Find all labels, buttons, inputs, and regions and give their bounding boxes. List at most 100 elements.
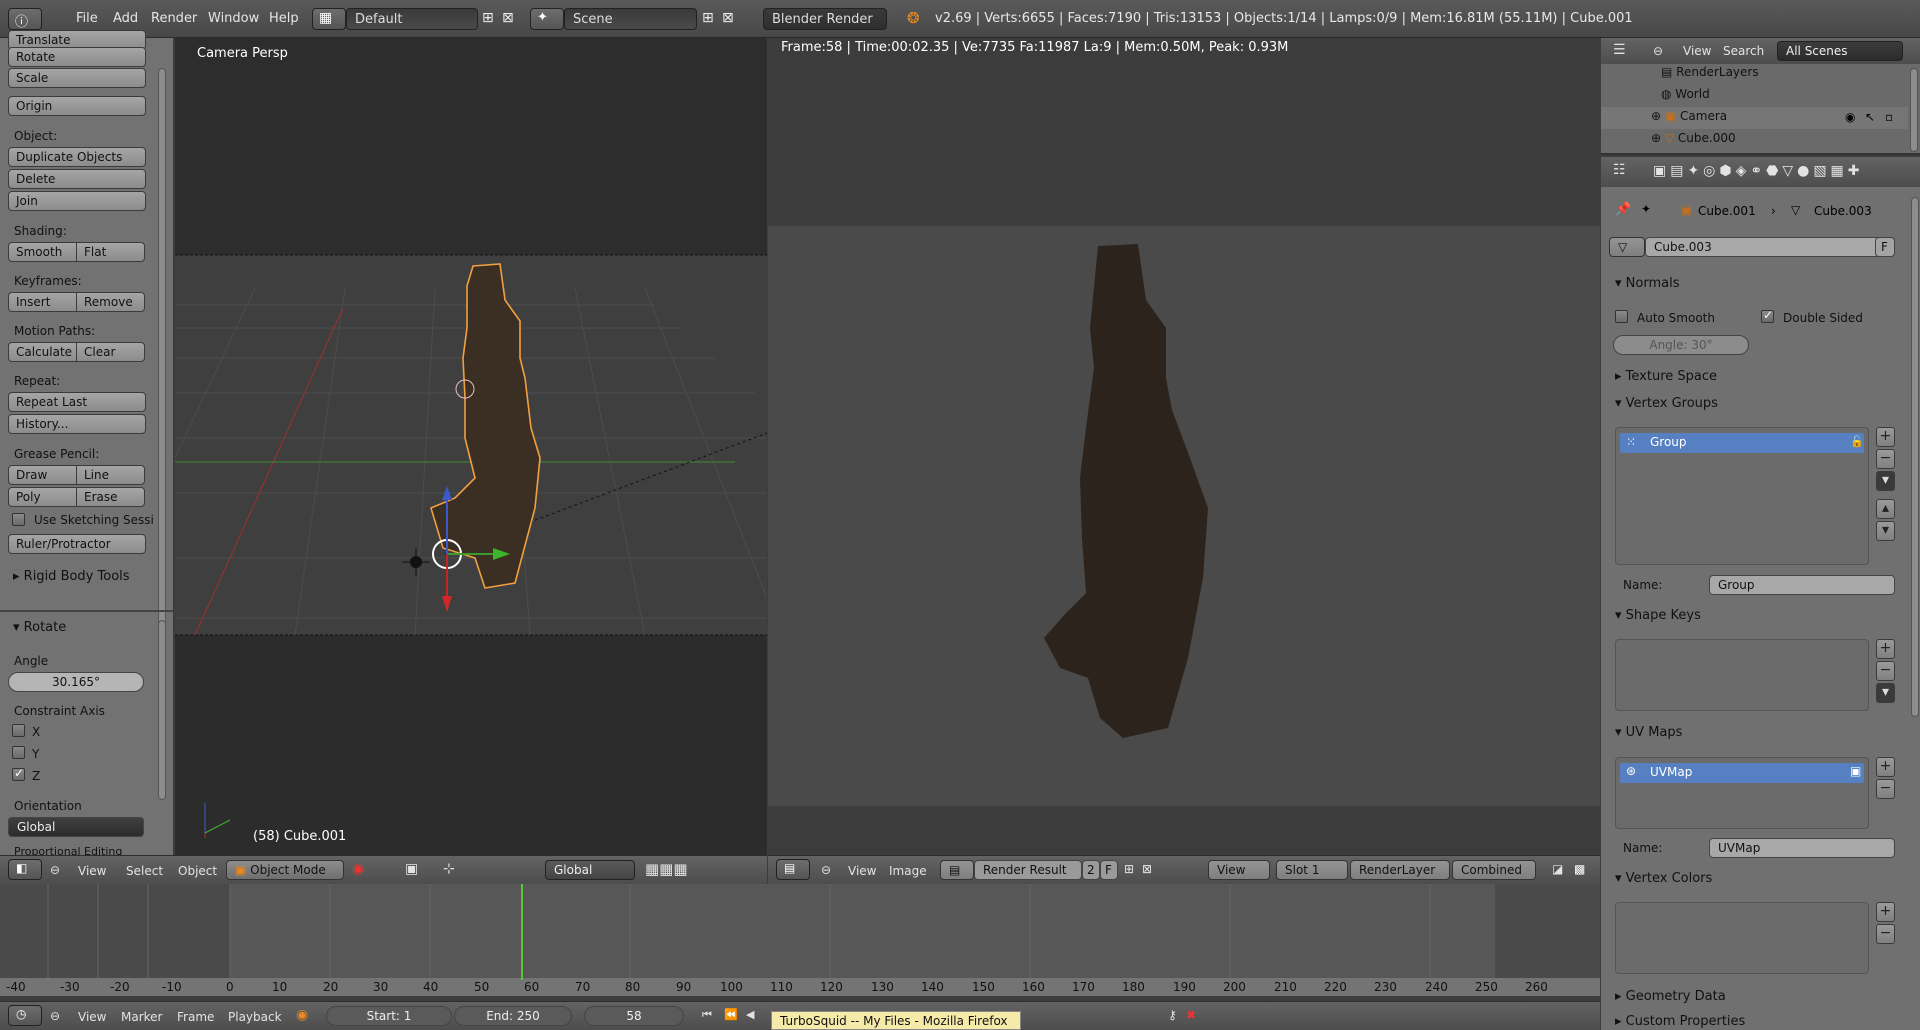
image-editor-render[interactable]: Frame:58 | Time:00:02.35 | Ve:7735 Fa:11… [768, 38, 1600, 855]
erase-button[interactable]: Erase [76, 487, 145, 507]
unlink-image-icon[interactable]: ⊠ [1142, 862, 1152, 876]
rotate-operator-panel[interactable]: ▾ Rotate [0, 616, 160, 640]
play-reverse-icon[interactable]: ◀ [746, 1008, 754, 1021]
clear-button[interactable]: Clear [76, 342, 145, 362]
line-button[interactable]: Line [76, 465, 145, 485]
add-layout-icon[interactable]: ⊞ [482, 10, 494, 26]
editor-type-info-button[interactable]: ⓘ [8, 8, 42, 30]
display-mode-dropdown[interactable]: All Scenes [1777, 41, 1903, 61]
menu-window[interactable]: Window [208, 11, 259, 26]
menu-playback[interactable]: Playback [228, 1010, 282, 1024]
uv-maps-panel-header[interactable]: ▾ UV Maps [1615, 725, 1682, 740]
ruler-protractor-button[interactable]: Ruler/Protractor [8, 534, 146, 554]
menu-help[interactable]: Help [269, 11, 299, 26]
collapse-menu-icon[interactable]: ⊖ [50, 1009, 60, 1023]
remove-layout-icon[interactable]: ⊠ [502, 10, 514, 26]
add-shape-key-button[interactable]: + [1876, 639, 1895, 659]
end-frame-field[interactable]: End: 250 [454, 1006, 572, 1026]
menu-render[interactable]: Render [151, 11, 197, 26]
poly-button[interactable]: Poly [8, 487, 77, 507]
repeat-last-button[interactable]: Repeat Last [8, 392, 146, 412]
history-button[interactable]: History... [8, 414, 146, 434]
uv-name-field[interactable]: UVMap [1709, 838, 1895, 858]
fake-user-toggle[interactable]: F [1100, 860, 1118, 880]
shape-keys-panel-header[interactable]: ▾ Shape Keys [1615, 608, 1701, 623]
alpha-icon[interactable]: ▩ [1574, 862, 1585, 876]
mesh-name-field[interactable]: Cube.003 [1645, 237, 1895, 257]
constraint-y-checkbox[interactable] [12, 746, 25, 759]
menu-marker[interactable]: Marker [121, 1010, 162, 1024]
duplicate-objects-button[interactable]: Duplicate Objects [8, 147, 146, 167]
double-sided-checkbox[interactable]: ✓ [1761, 308, 1774, 323]
viewport-canvas[interactable] [175, 38, 767, 855]
normals-panel-header[interactable]: ▾ Normals [1615, 276, 1679, 291]
collapse-menu-icon[interactable]: ⊖ [50, 863, 60, 877]
tool-shelf-scrollbar[interactable] [158, 68, 166, 638]
collapse-menu-icon[interactable]: ⊖ [1653, 44, 1663, 58]
shape-keys-list[interactable] [1615, 639, 1869, 711]
render-engine-dropdown[interactable]: Blender Render [763, 8, 887, 30]
timeline-canvas[interactable] [0, 884, 1600, 996]
jump-start-icon[interactable]: ⏮ [702, 1008, 712, 1022]
auto-smooth-checkbox[interactable] [1615, 310, 1628, 323]
shelf-divider[interactable] [0, 610, 174, 612]
uv-map-item[interactable]: UVMap [1620, 763, 1864, 783]
group-name-field[interactable]: Group [1709, 575, 1895, 595]
use-sketching-checkbox[interactable] [12, 513, 25, 526]
calculate-button[interactable]: Calculate [8, 342, 77, 362]
slot-dropdown[interactable]: Slot 1 [1276, 860, 1348, 880]
smooth-button[interactable]: Smooth [8, 242, 77, 262]
editor-type-timeline-button[interactable]: ◷ [8, 1005, 42, 1026]
transform-orientation-dropdown[interactable]: Global [545, 860, 635, 880]
menu-view[interactable]: View [78, 864, 106, 878]
prev-keyframe-icon[interactable]: ⏪ [724, 1008, 738, 1021]
menu-file[interactable]: File [76, 11, 98, 26]
mesh-fake-user-toggle[interactable]: F [1875, 237, 1895, 257]
layers-icon[interactable]: ▦▦▦ [645, 860, 688, 878]
operator-scrollbar[interactable] [158, 620, 166, 800]
move-down-button[interactable]: ▾ [1876, 521, 1895, 541]
pin-icon[interactable]: 📌 [1615, 202, 1631, 217]
vertex-groups-list[interactable]: Group ⁙ 🔓 [1615, 427, 1869, 565]
image-name-field[interactable]: Render Result [974, 860, 1082, 880]
new-image-icon[interactable]: ⊞ [1124, 862, 1134, 876]
image-users-count[interactable]: 2 [1082, 860, 1100, 880]
delete-keying-set-icon[interactable]: ✖ [1186, 1008, 1196, 1022]
outliner-editor-icon[interactable]: ☰ [1613, 42, 1626, 58]
3d-viewport[interactable]: Camera Persp (58) Cube.001 [175, 38, 767, 855]
add-scene-icon[interactable]: ⊞ [702, 10, 714, 26]
menu-select[interactable]: Select [126, 864, 163, 878]
auto-smooth-angle-field[interactable]: Angle: 30° [1613, 335, 1749, 355]
outliner-row-camera[interactable] [1601, 107, 1908, 129]
move-up-button[interactable]: ▴ [1876, 499, 1895, 519]
view-menu-button[interactable]: View [1208, 860, 1270, 880]
angle-field[interactable]: 30.165° [8, 672, 144, 692]
editor-type-image-button[interactable]: ▤ [776, 859, 810, 880]
scene-field[interactable]: Scene [564, 8, 697, 30]
active-render-camera-icon[interactable]: ▣ [1850, 764, 1861, 778]
constraint-x-checkbox[interactable] [12, 724, 25, 737]
mode-dropdown[interactable]: ▣ Object Mode [226, 860, 344, 880]
vertex-groups-panel-header[interactable]: ▾ Vertex Groups [1615, 396, 1718, 411]
remove-scene-icon[interactable]: ⊠ [722, 10, 734, 26]
pivot-icon[interactable]: ▣ [405, 861, 418, 877]
geometry-data-panel-header[interactable]: ▸ Geometry Data [1615, 989, 1726, 1004]
menu-view[interactable]: View [1683, 44, 1711, 58]
screen-layout-field[interactable]: Default [346, 8, 478, 30]
menu-frame[interactable]: Frame [177, 1010, 214, 1024]
editor-type-3d-button[interactable]: ◧ [8, 859, 42, 880]
keying-set-icon[interactable]: ⚷ [1168, 1008, 1177, 1022]
remove-shape-key-button[interactable]: − [1876, 661, 1895, 681]
origin-button[interactable]: Origin [8, 96, 146, 116]
outliner-row-cube[interactable]: ⊕ ▽ Cube.000 [1651, 131, 1736, 145]
add-vertex-color-button[interactable]: + [1876, 902, 1895, 922]
viewport-shading-icon[interactable]: ◉ [352, 861, 364, 877]
outliner-scrollbar[interactable] [1910, 68, 1918, 152]
vertex-group-specials-button[interactable]: ▾ [1876, 471, 1895, 491]
timeline-editor[interactable]: -40 -30 -20 -10 0 10 20 30 40 50 60 70 8… [0, 884, 1600, 996]
texture-space-panel-header[interactable]: ▸ Texture Space [1615, 369, 1717, 384]
outliner-row-world[interactable]: ◍ World [1661, 87, 1710, 101]
insert-keyframe-button[interactable]: Insert [8, 292, 77, 312]
flat-button[interactable]: Flat [76, 242, 145, 262]
vertex-colors-panel-header[interactable]: ▾ Vertex Colors [1615, 871, 1712, 886]
